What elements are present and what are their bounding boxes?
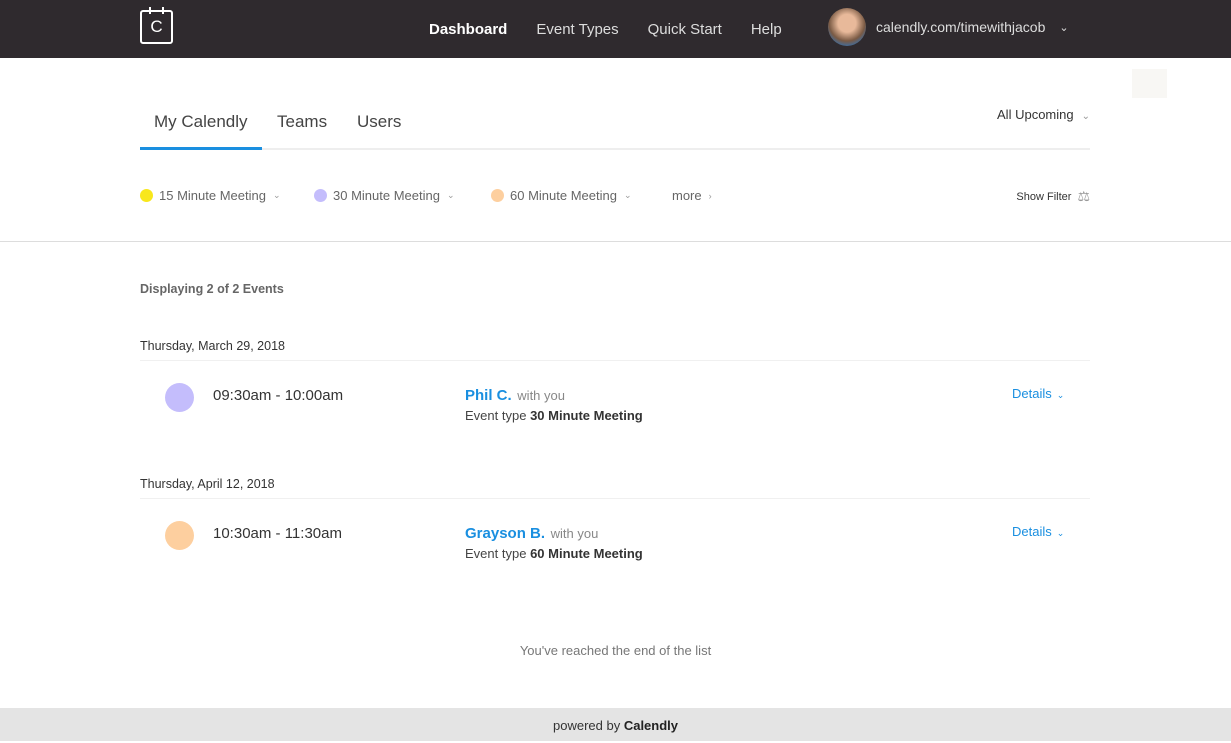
chevron-down-icon: ⌄ xyxy=(623,190,632,200)
filter-15-minute[interactable]: 15 Minute Meeting ⌄ xyxy=(140,188,281,203)
details-button[interactable]: Details ⌄ xyxy=(1012,386,1064,401)
tab-users[interactable]: Users xyxy=(357,112,401,132)
nav-quick-start[interactable]: Quick Start xyxy=(648,21,722,38)
chevron-down-icon: ⌄ xyxy=(1059,21,1069,34)
details-button[interactable]: Details ⌄ xyxy=(1012,524,1064,539)
event-type: Event type 60 Minute Meeting xyxy=(465,546,643,561)
invitee-name[interactable]: Phil C. xyxy=(465,387,512,404)
type-value: 30 Minute Meeting xyxy=(530,408,643,423)
event-time: 09:30am - 10:00am xyxy=(213,387,344,404)
footer: powered by Calendly xyxy=(0,708,1231,741)
event-color-dot xyxy=(165,521,194,550)
filter-label: 15 Minute Meeting xyxy=(159,188,266,203)
user-menu[interactable]: calendly.com/timewithjacob ⌄ xyxy=(828,8,1069,46)
divider xyxy=(0,241,1231,242)
more-filters[interactable]: more › xyxy=(672,188,712,203)
range-select-value: All Upcoming xyxy=(997,107,1074,122)
color-dot xyxy=(140,189,153,202)
chevron-right-icon: › xyxy=(708,190,712,201)
details-label: Details xyxy=(1012,386,1052,401)
filter-30-minute[interactable]: 30 Minute Meeting ⌄ xyxy=(314,188,455,203)
chevron-down-icon: ⌄ xyxy=(446,190,455,200)
user-url: calendly.com/timewithjacob xyxy=(876,19,1046,35)
event-type-filters: 15 Minute Meeting ⌄ 30 Minute Meeting ⌄ 60… xyxy=(140,188,1090,208)
type-label: Event type xyxy=(465,408,527,423)
filter-label: 60 Minute Meeting xyxy=(510,188,617,203)
event-invitee: Phil C. with you xyxy=(465,387,565,404)
sliders-icon: ⚖ xyxy=(1077,188,1090,204)
footer-prefix: powered by xyxy=(552,718,621,733)
with-text: with you xyxy=(517,388,565,403)
calendly-logo-icon[interactable]: C xyxy=(140,7,173,44)
avatar xyxy=(828,8,866,46)
tabs: My Calendly Teams Users All Upcoming ⌄ xyxy=(140,100,1090,150)
footer-brand[interactable]: Calendly xyxy=(624,718,678,733)
with-text: with you xyxy=(550,526,599,541)
event-color-dot xyxy=(165,383,194,412)
color-dot xyxy=(314,189,327,202)
placeholder-box xyxy=(1132,69,1167,98)
invitee-name[interactable]: Grayson B. xyxy=(465,525,545,542)
event-time: 10:30am - 11:30am xyxy=(213,525,342,542)
event-row: 09:30am - 10:00am Phil C. with you Event… xyxy=(140,383,1090,433)
range-select[interactable]: All Upcoming ⌄ xyxy=(997,107,1090,122)
end-of-list-text: You've reached the end of the list xyxy=(519,643,712,658)
show-filter-label: Show Filter xyxy=(1016,190,1072,203)
more-label: more xyxy=(672,188,702,203)
top-bar: C Dashboard Event Types Quick Start Help… xyxy=(0,0,1231,58)
color-dot xyxy=(491,189,504,202)
type-label: Event type xyxy=(465,546,527,561)
filter-label: 30 Minute Meeting xyxy=(333,188,440,203)
chevron-down-icon: ⌄ xyxy=(1081,111,1090,122)
show-filter-button[interactable]: Show Filter ⚖ xyxy=(1016,188,1090,205)
event-count: Displaying 2 of 2 Events xyxy=(140,282,284,296)
tab-teams[interactable]: Teams xyxy=(277,112,327,132)
filter-60-minute[interactable]: 60 Minute Meeting ⌄ xyxy=(491,188,632,203)
chevron-down-icon: ⌄ xyxy=(1056,528,1065,538)
chevron-down-icon: ⌄ xyxy=(1056,390,1065,400)
nav-help[interactable]: Help xyxy=(751,21,782,38)
event-row: 10:30am - 11:30am Grayson B. with you Ev… xyxy=(140,521,1090,571)
tab-my-calendly[interactable]: My Calendly xyxy=(140,112,262,150)
event-type: Event type 30 Minute Meeting xyxy=(465,408,643,423)
details-label: Details xyxy=(1012,524,1052,539)
chevron-down-icon: ⌄ xyxy=(272,190,281,200)
nav-dashboard[interactable]: Dashboard xyxy=(429,21,507,38)
date-header: Thursday, March 29, 2018 xyxy=(140,339,1090,361)
nav-event-types[interactable]: Event Types xyxy=(536,21,618,38)
event-invitee: Grayson B. with you xyxy=(465,525,598,542)
main-nav: Dashboard Event Types Quick Start Help xyxy=(429,0,782,58)
type-value: 60 Minute Meeting xyxy=(530,546,643,561)
date-header: Thursday, April 12, 2018 xyxy=(140,477,1090,499)
